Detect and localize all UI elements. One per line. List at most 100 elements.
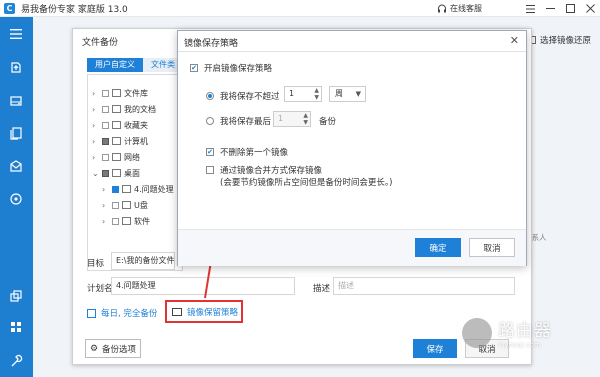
tab-custom[interactable]: 用户自定义	[87, 58, 143, 72]
app-logo: C	[4, 2, 15, 14]
expand-arrow-icon[interactable]: ›	[92, 137, 100, 146]
dialog-close-button[interactable]: ✕	[510, 34, 519, 47]
checkbox-unchecked-icon	[206, 166, 214, 174]
folder-tree: › 文件库 › 我的文档 › 收藏夹 › 计算机 › 网络 ⌄ 桌面 › 4.问…	[87, 74, 183, 271]
tree-item[interactable]: › 软件	[102, 215, 150, 227]
merge-images-label: 通过镜像合并方式保存镜像	[220, 166, 323, 176]
hamburger-icon	[525, 4, 535, 13]
tree-label: 文件库	[124, 88, 148, 98]
maximize-button[interactable]	[560, 0, 580, 17]
menu-button[interactable]	[520, 0, 540, 17]
target-path-field[interactable]: E:\我的备份文件	[111, 252, 175, 270]
tree-label: U盘	[134, 200, 148, 210]
enable-policy-label: 开启镜像保存策略	[204, 64, 273, 74]
title-bar: C 易我备份专家 家庭版 13.0 在线客服	[0, 0, 600, 17]
tree-label: 网络	[124, 152, 140, 162]
tree-item[interactable]: › U盘	[102, 199, 148, 211]
stepper-arrows-icon[interactable]: ▲ ▼	[303, 112, 308, 126]
files-icon[interactable]	[8, 125, 24, 141]
expand-arrow-icon[interactable]: ›	[92, 105, 100, 114]
online-service-link[interactable]: 在线客服	[437, 3, 482, 14]
disk-icon[interactable]	[8, 93, 24, 109]
save-button[interactable]: 保存	[413, 339, 457, 358]
tree-checkbox[interactable]	[112, 185, 119, 193]
expand-arrow-icon[interactable]: ›	[92, 153, 100, 162]
cancel-button[interactable]: 取消	[469, 238, 515, 257]
description-label: 描述	[313, 284, 331, 294]
tree-checkbox[interactable]	[102, 137, 109, 145]
keep-duration-unit: 周	[335, 89, 343, 98]
tree-label: 收藏夹	[124, 120, 148, 130]
tree-item[interactable]: › 文件库	[92, 87, 148, 99]
watermark: 路由器 luyouqi.com	[462, 316, 552, 349]
tree-item[interactable]: › 网络	[92, 151, 140, 163]
expand-arrow-icon[interactable]: ›	[92, 121, 100, 130]
app-title: 易我备份专家 家庭版 13.0	[21, 4, 128, 15]
watermark-main: 路由器	[498, 321, 552, 341]
apps-icon[interactable]	[8, 319, 24, 335]
collapse-arrow-icon[interactable]: ⌄	[92, 169, 100, 178]
keep-last-radio[interactable]: 我将保存最后	[206, 115, 271, 127]
keep-last-stepper[interactable]: 1 ▲ ▼	[273, 111, 311, 127]
tree-checkbox[interactable]	[102, 169, 109, 177]
description-field[interactable]: 描述	[333, 277, 515, 295]
tree-checkbox[interactable]	[102, 153, 109, 161]
keep-last-label: 我将保存最后	[220, 117, 272, 127]
close-window-button[interactable]	[580, 0, 600, 17]
library-icon	[112, 89, 121, 97]
tree-item[interactable]: › 4.问题处理	[102, 183, 174, 195]
merge-images-checkbox[interactable]: 通过镜像合并方式保存镜像	[206, 164, 322, 176]
close-icon	[585, 4, 595, 13]
tree-label: 计算机	[124, 136, 148, 146]
folder-icon	[122, 217, 131, 225]
ok-button[interactable]: 确定	[415, 238, 461, 257]
dialog-title: 镜像保存策略	[184, 39, 239, 49]
select-image-restore-button[interactable]: 选择镜像还原	[528, 34, 591, 46]
plan-name-label: 计划名	[87, 284, 113, 294]
expand-arrow-icon[interactable]: ›	[92, 89, 100, 98]
tree-item[interactable]: › 我的文档	[92, 103, 156, 115]
expand-arrow-icon[interactable]: ›	[102, 185, 110, 194]
keep-duration-value: 1	[289, 89, 295, 98]
tree-checkbox[interactable]	[112, 201, 119, 209]
maximize-icon	[565, 4, 575, 13]
keep-last-value: 1	[278, 114, 284, 123]
gear-icon: ⚙	[89, 343, 99, 354]
menu-icon[interactable]	[8, 26, 24, 42]
documents-icon	[112, 105, 121, 113]
mail-icon[interactable]	[8, 158, 24, 174]
calendar-icon	[87, 308, 96, 318]
tree-item[interactable]: › 收藏夹	[92, 119, 148, 131]
backup-options-button[interactable]: ⚙ 备份选项	[85, 339, 141, 358]
image-icon	[172, 307, 182, 316]
plan-name-field[interactable]: 4.问题处理	[111, 277, 295, 295]
tree-checkbox[interactable]	[102, 121, 109, 129]
tree-checkbox[interactable]	[102, 89, 109, 97]
tree-checkbox[interactable]	[102, 105, 109, 113]
image-retention-policy-link[interactable]: 镜像保留策略	[165, 300, 243, 323]
computer-icon	[112, 137, 121, 145]
tools-icon[interactable]	[8, 353, 24, 369]
desktop-icon	[112, 169, 121, 177]
minimize-button[interactable]	[540, 0, 560, 17]
keep-duration-unit-select[interactable]: 周 ▼	[329, 86, 366, 102]
expand-arrow-icon[interactable]: ›	[102, 217, 110, 226]
panel-title: 文件备份	[82, 38, 119, 48]
target-label: 目标	[87, 259, 105, 269]
expand-arrow-icon[interactable]: ›	[102, 201, 110, 210]
tree-checkbox[interactable]	[112, 217, 119, 225]
keep-duration-radio[interactable]: 我将保存不超过	[206, 90, 280, 102]
tree-item[interactable]: › 计算机	[92, 135, 148, 147]
tree-item[interactable]: ⌄ 桌面	[92, 167, 140, 179]
backup-options-label: 备份选项	[102, 344, 137, 355]
backup-icon[interactable]	[8, 59, 24, 75]
keep-first-image-checkbox[interactable]: ✔ 不删除第一个镜像	[206, 146, 288, 158]
keep-duration-stepper[interactable]: 1 ▲ ▼	[284, 86, 322, 102]
tree-label: 软件	[134, 216, 150, 226]
schedule-link[interactable]: 每日, 完全备份	[87, 307, 157, 319]
stepper-arrows-icon[interactable]: ▲ ▼	[314, 87, 319, 101]
clone-icon[interactable]	[8, 288, 24, 304]
watermark-sub: luyouqi.com	[498, 341, 541, 349]
enable-policy-checkbox[interactable]: ✔ 开启镜像保存策略	[190, 62, 272, 74]
target-icon[interactable]	[8, 191, 24, 207]
